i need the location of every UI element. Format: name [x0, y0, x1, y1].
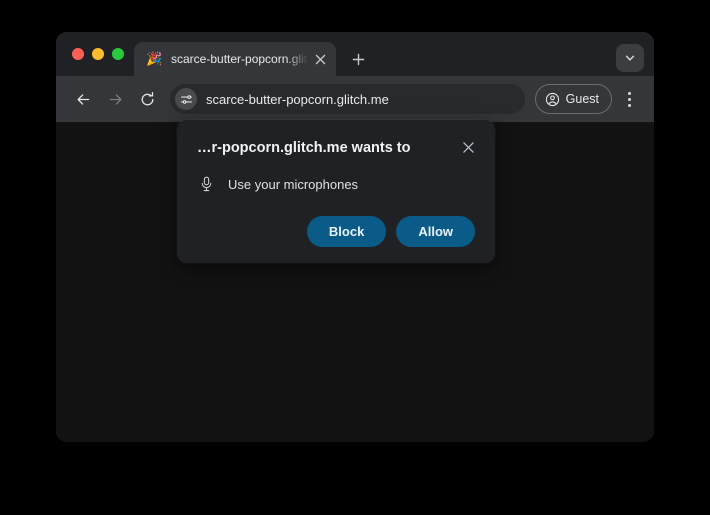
browser-tab[interactable]: 🎉 scarce-butter-popcorn.glitch. — [134, 42, 336, 76]
permission-item-microphone: Use your microphones — [197, 175, 475, 193]
dialog-title: …r-popcorn.glitch.me wants to — [197, 140, 411, 156]
reload-button[interactable] — [132, 84, 162, 114]
microphone-icon — [197, 175, 215, 193]
address-bar[interactable]: scarce-butter-popcorn.glitch.me — [170, 84, 525, 114]
browser-toolbar: scarce-butter-popcorn.glitch.me Guest — [56, 76, 654, 122]
maximize-window-button[interactable] — [112, 48, 124, 60]
forward-button[interactable] — [100, 84, 130, 114]
block-button[interactable]: Block — [306, 216, 387, 247]
tab-title: scarce-butter-popcorn.glitch. — [171, 52, 308, 66]
address-bar-url: scarce-butter-popcorn.glitch.me — [206, 91, 389, 107]
close-window-button[interactable] — [72, 48, 84, 60]
tab-search-button[interactable] — [616, 44, 644, 72]
permission-label: Use your microphones — [228, 176, 359, 192]
minimize-window-button[interactable] — [92, 48, 104, 60]
profile-button[interactable]: Guest — [534, 84, 612, 114]
dialog-header: …r-popcorn.glitch.me wants to — [197, 138, 475, 158]
permission-dialog: …r-popcorn.glitch.me wants to Use your m… — [177, 120, 495, 263]
menu-dot — [627, 103, 631, 107]
profile-label: Guest — [565, 92, 599, 106]
allow-button[interactable]: Allow — [396, 216, 475, 247]
new-tab-button[interactable] — [344, 45, 372, 73]
close-dialog-button[interactable] — [457, 136, 479, 158]
dialog-actions: Block Allow — [197, 216, 475, 247]
party-popper-icon: 🎉 — [146, 51, 163, 66]
tune-sliders-icon[interactable] — [175, 88, 197, 110]
three-dot-menu-icon[interactable] — [616, 84, 642, 114]
tab-strip: 🎉 scarce-butter-popcorn.glitch. — [56, 32, 654, 76]
menu-dot — [627, 91, 631, 95]
back-button[interactable] — [68, 84, 98, 114]
person-circle-icon — [545, 92, 560, 107]
menu-dot — [627, 97, 631, 101]
close-tab-button[interactable] — [310, 49, 330, 69]
window-controls — [68, 32, 134, 76]
